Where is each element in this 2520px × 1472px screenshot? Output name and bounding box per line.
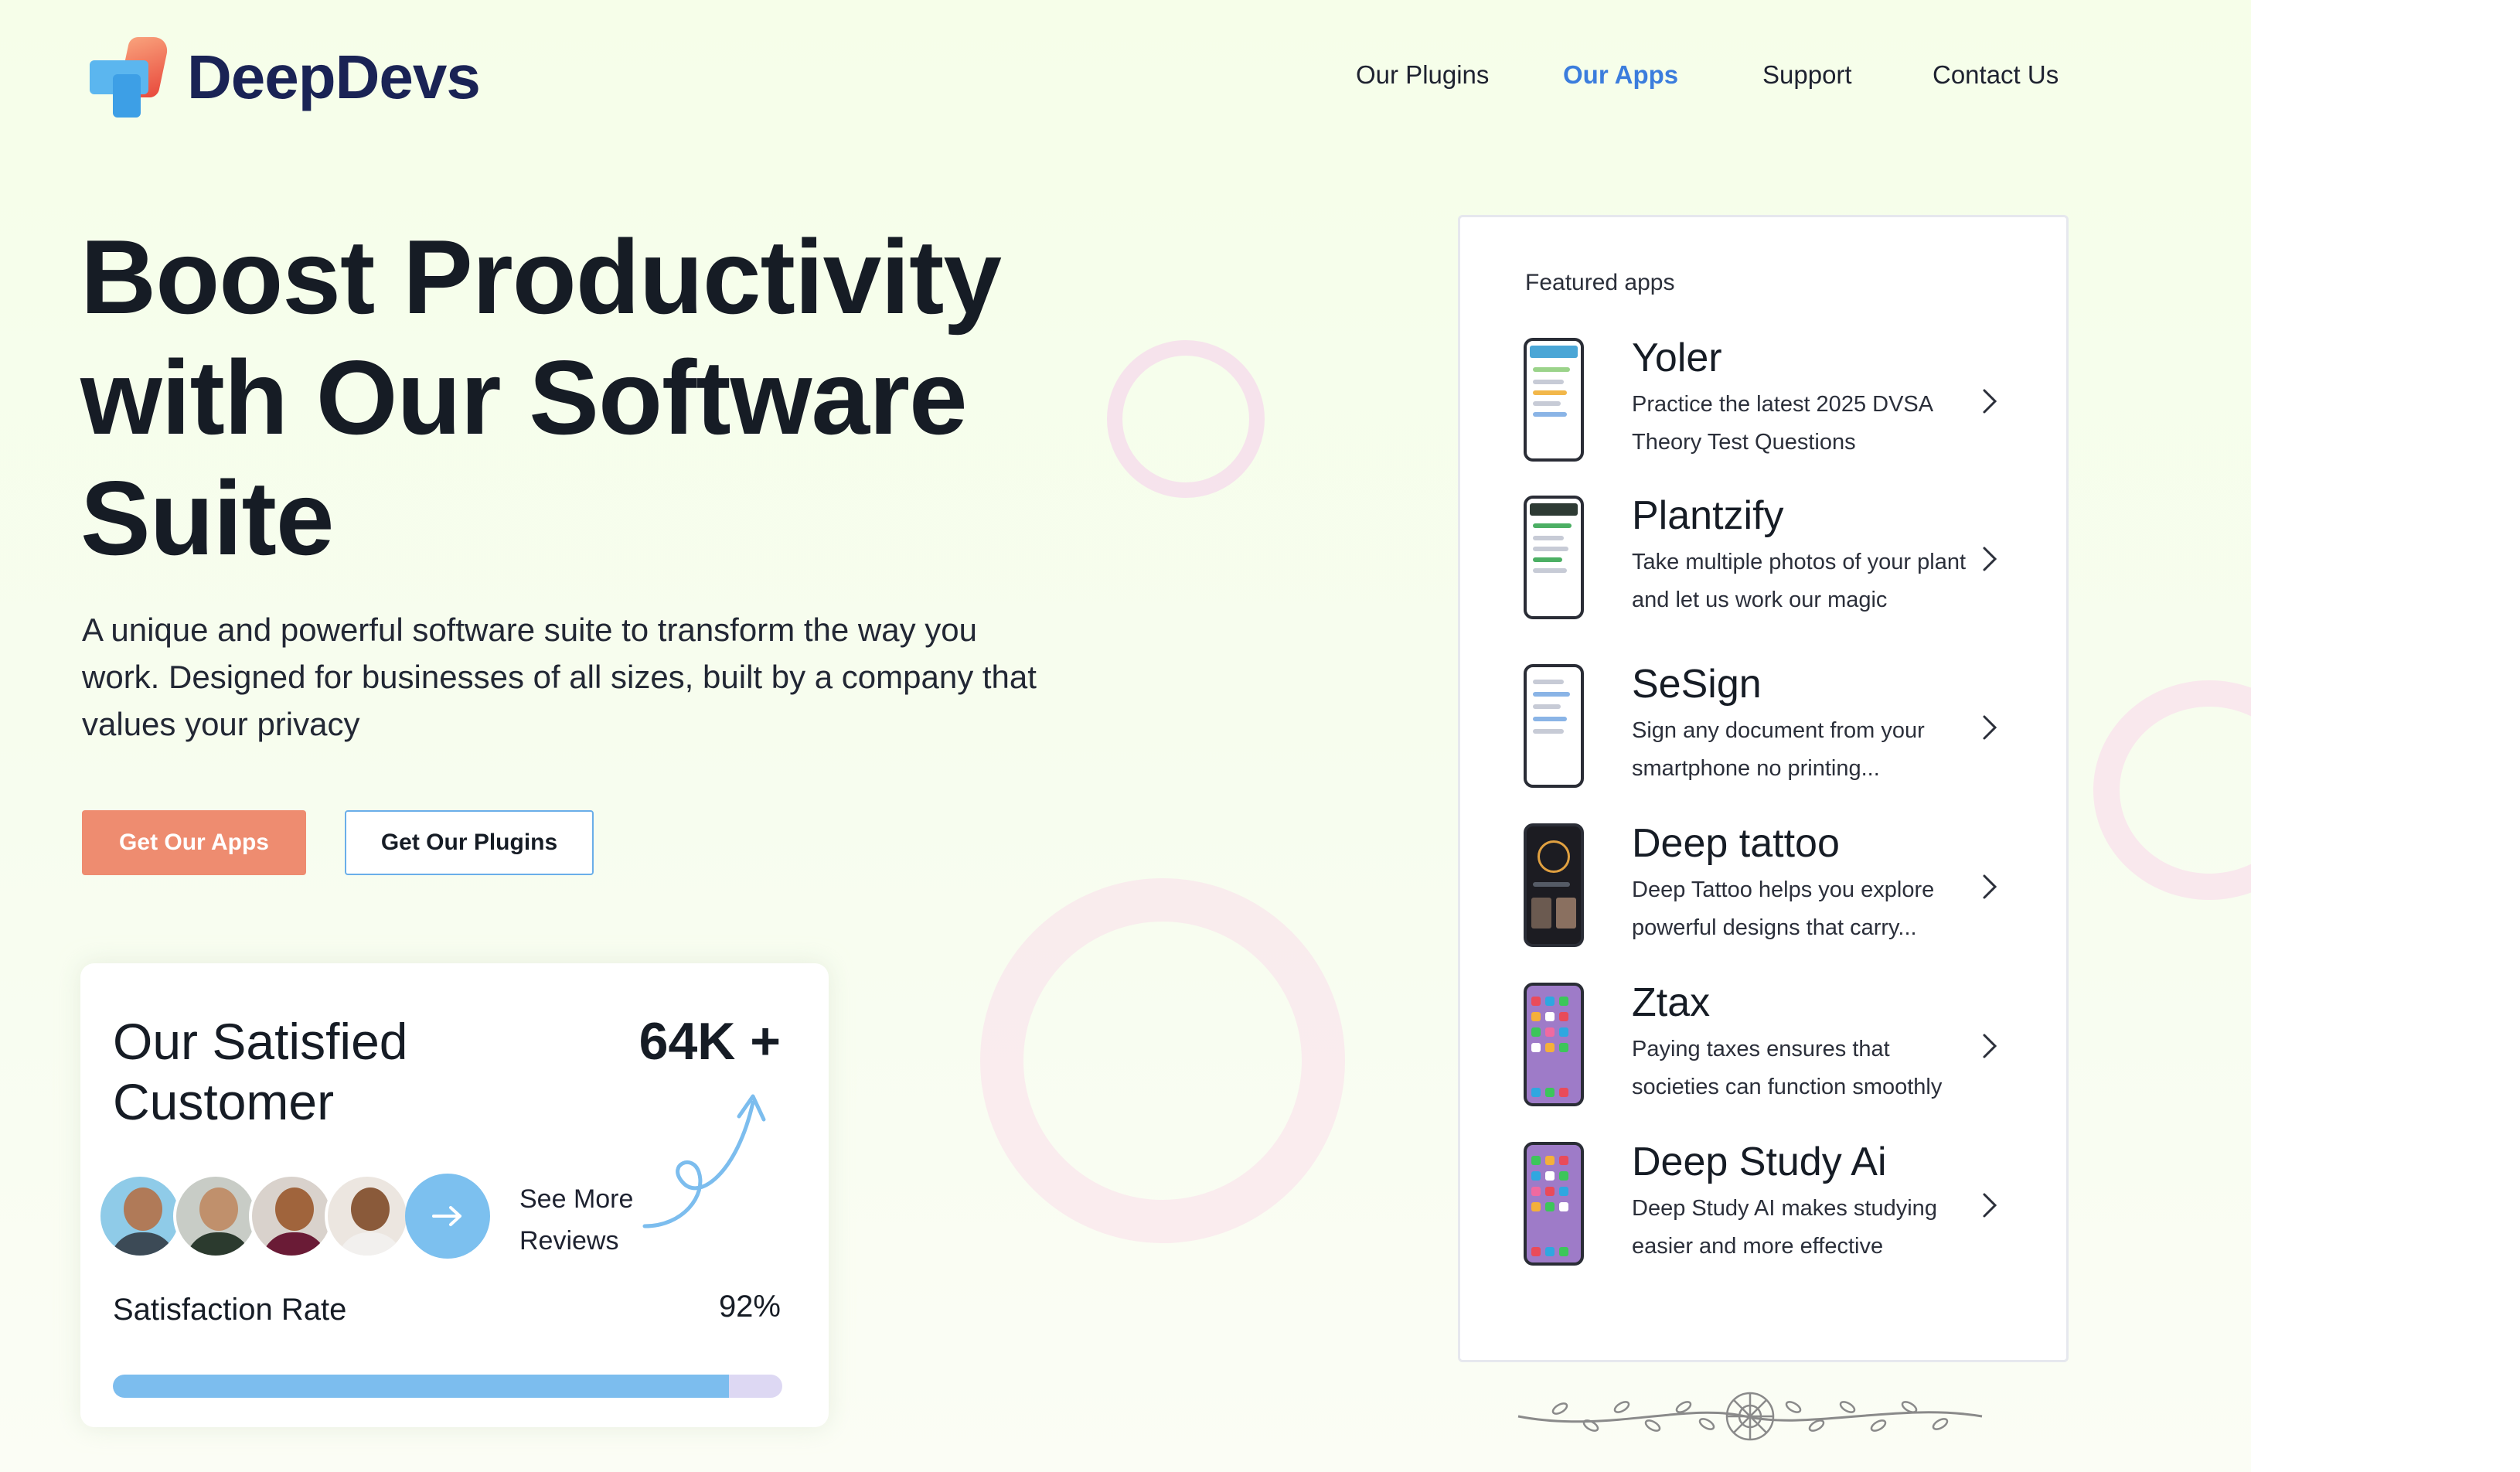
app-item-yoler[interactable]: Yoler Practice the latest 2025 DVSA Theo…: [1460, 336, 2071, 485]
app-item-plantzify[interactable]: Plantzify Take multiple photos of your p…: [1460, 493, 2071, 642]
arrow-right-icon: [432, 1206, 461, 1226]
nav-contact-us[interactable]: Contact Us: [1933, 60, 2059, 90]
phone-screenshot-icon: [1524, 338, 1584, 462]
decorative-ring: [2093, 680, 2251, 900]
brand-logo[interactable]: DeepDevs: [87, 37, 481, 118]
phone-screenshot-icon: [1524, 496, 1584, 619]
chevron-right-icon: [1983, 1193, 1997, 1218]
chevron-right-icon: [1983, 1034, 1997, 1058]
chevron-right-icon: [1983, 389, 1997, 414]
phone-screenshot-icon: [1524, 664, 1584, 788]
chevron-right-icon: [1983, 715, 1997, 740]
app-name: SeSign: [1632, 662, 1762, 707]
phone-screenshot-icon: [1524, 983, 1584, 1106]
deepdevs-logo-icon: [87, 37, 171, 118]
get-our-plugins-button[interactable]: Get Our Plugins: [345, 810, 594, 875]
chevron-right-icon: [1983, 874, 1997, 899]
get-our-apps-button[interactable]: Get Our Apps: [82, 810, 306, 875]
avatar: [249, 1174, 334, 1259]
app-name: Plantzify: [1632, 493, 1784, 538]
avatar: [325, 1174, 410, 1259]
satisfied-customer-card: Our Satisfied Customer 64K + See More Re…: [80, 963, 829, 1427]
customer-card-title: Our Satisfied Customer: [113, 1013, 408, 1130]
app-description: Deep Tattoo helps you explore powerful d…: [1632, 877, 1935, 940]
avatar: [173, 1174, 258, 1259]
hero-subtitle: A unique and powerful software suite to …: [82, 612, 1037, 742]
app-item-deep-study-ai[interactable]: Deep Study Ai Deep Study AI makes studyi…: [1460, 1140, 2071, 1289]
app-description: Sign any document from your smartphone n…: [1632, 718, 1925, 781]
satisfaction-rate-value: 92%: [718, 1290, 781, 1324]
phone-screenshot-icon: [1524, 1142, 1584, 1266]
app-description: Deep Study AI makes studying easier and …: [1632, 1196, 1937, 1259]
satisfaction-progress-fill: [113, 1375, 729, 1398]
brand-name: DeepDevs: [187, 43, 481, 111]
app-description: Practice the latest 2025 DVSA Theory Tes…: [1632, 392, 1933, 455]
satisfaction-rate-label: Satisfaction Rate: [113, 1293, 347, 1327]
featured-apps-heading: Featured apps: [1525, 270, 1675, 295]
app-item-deep-tattoo[interactable]: Deep tattoo Deep Tattoo helps you explor…: [1460, 821, 2071, 970]
app-name: Deep Study Ai: [1632, 1140, 1887, 1184]
decorative-ring: [1107, 340, 1265, 498]
app-description: Paying taxes ensures that societies can …: [1632, 1037, 1943, 1099]
app-name: Ztax: [1632, 980, 1711, 1025]
floral-divider-icon: [1517, 1392, 1983, 1441]
phone-screenshot-icon: [1524, 823, 1584, 947]
satisfaction-progress-bar: [113, 1375, 782, 1398]
nav-support[interactable]: Support: [1762, 60, 1852, 90]
featured-apps-panel: Featured apps Yoler Practice the latest …: [1458, 215, 2069, 1362]
hero-title: Boost Productivity with Our Software Sui…: [80, 218, 1002, 577]
nav-our-apps[interactable]: Our Apps: [1563, 60, 1678, 90]
nav-our-plugins[interactable]: Our Plugins: [1356, 60, 1489, 90]
chevron-right-icon: [1983, 547, 1997, 571]
see-more-reviews-button[interactable]: [405, 1174, 490, 1259]
app-item-ztax[interactable]: Ztax Paying taxes ensures that societies…: [1460, 980, 2071, 1130]
avatar: [97, 1174, 182, 1259]
customer-count: 64K +: [639, 1012, 781, 1071]
app-item-sesign[interactable]: SeSign Sign any document from your smart…: [1460, 662, 2071, 811]
app-description: Take multiple photos of your plant and l…: [1632, 550, 1967, 612]
decorative-ring: [980, 878, 1345, 1243]
app-name: Yoler: [1632, 336, 1722, 380]
app-name: Deep tattoo: [1632, 821, 1840, 866]
see-more-reviews-link[interactable]: See More Reviews: [519, 1178, 674, 1262]
